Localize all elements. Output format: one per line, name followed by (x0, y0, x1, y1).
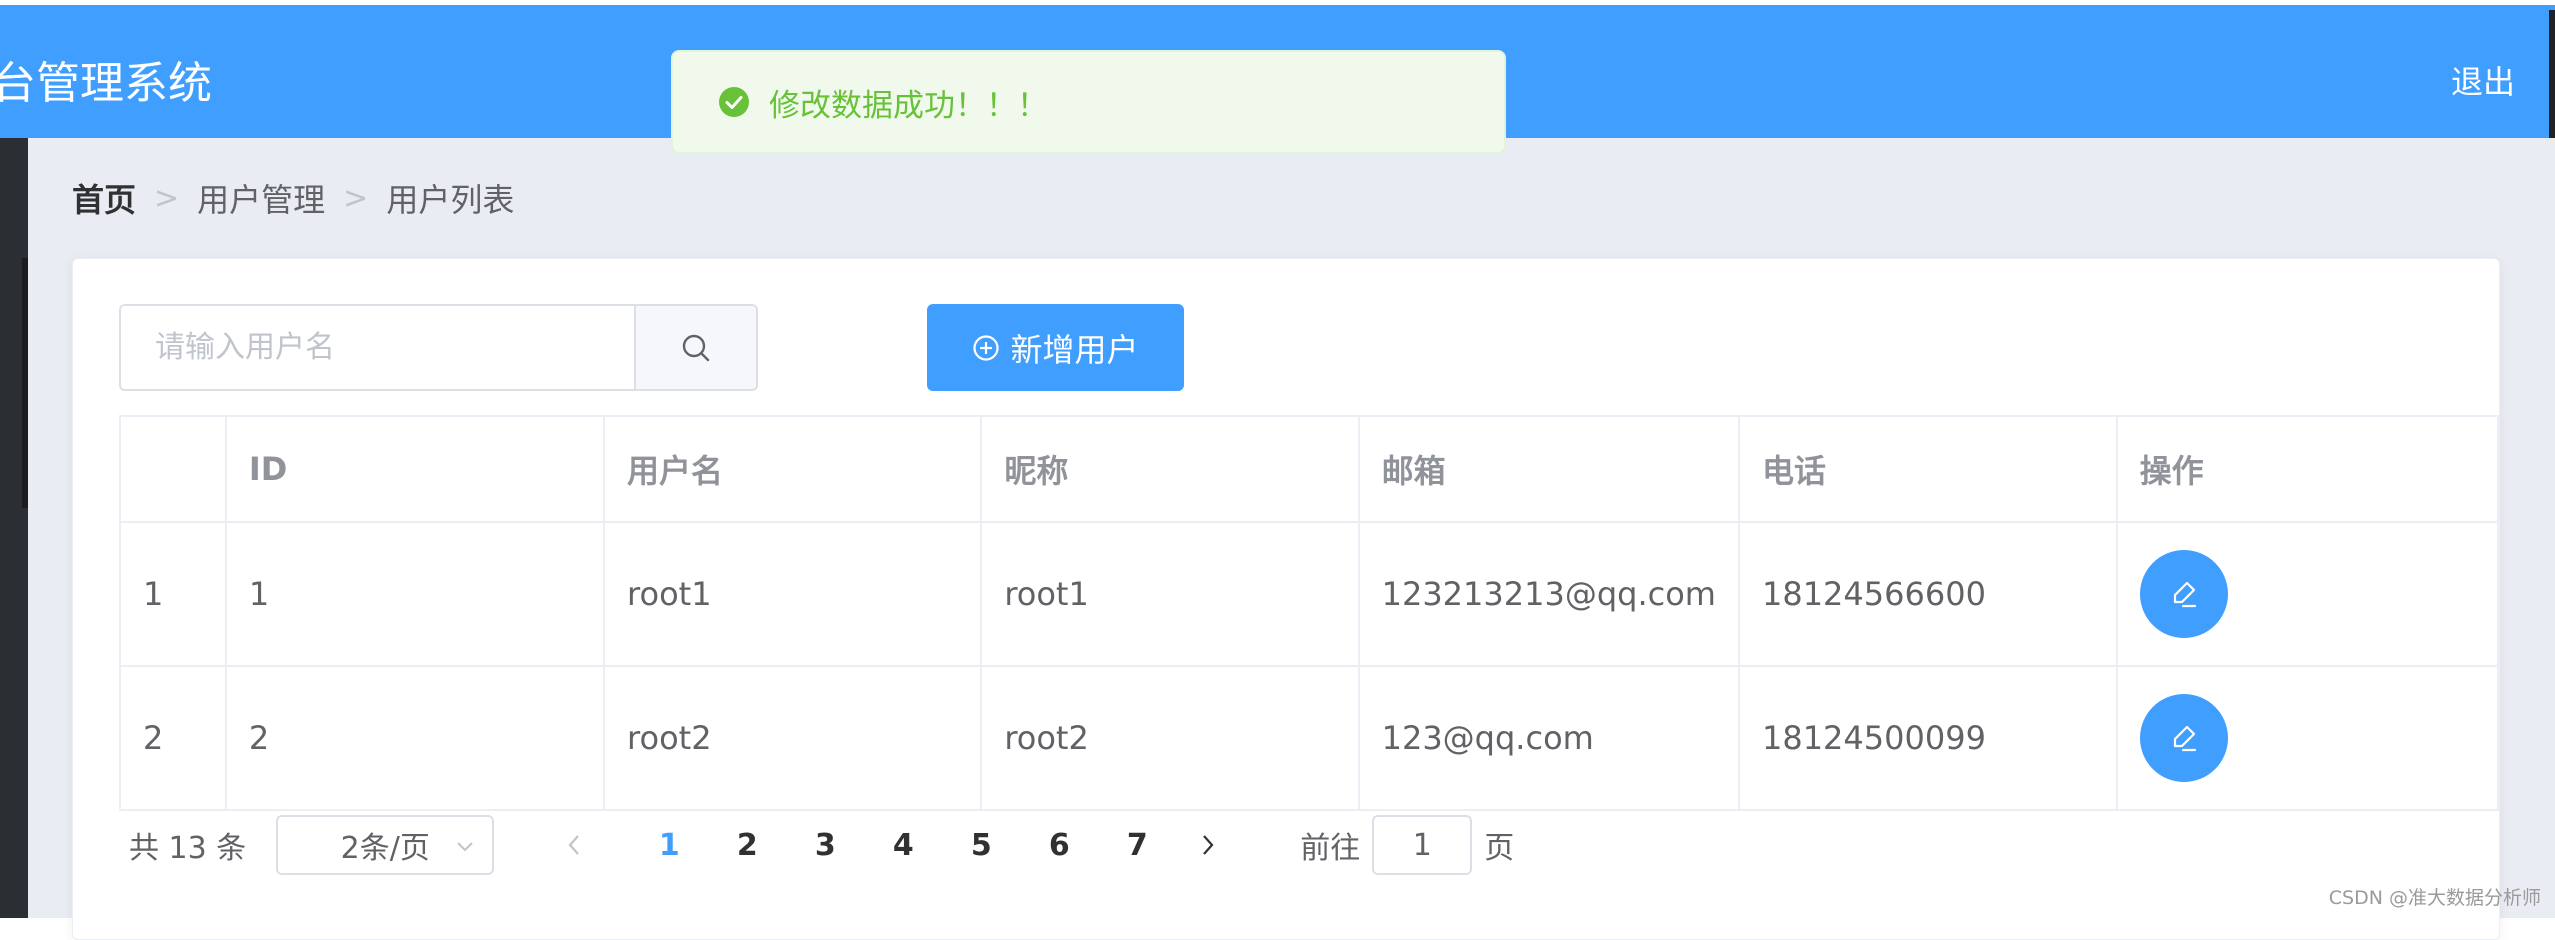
chevron-left-icon (568, 835, 580, 855)
table-row: 2 2 root2 root2 123@qq.com 18124500099 (119, 665, 2500, 811)
cell-nickname: root1 (980, 521, 1360, 667)
add-user-button[interactable]: 新增用户 (927, 304, 1184, 391)
column-header-id: ID (224, 415, 606, 523)
page-7[interactable]: 7 (1098, 828, 1176, 863)
page-2[interactable]: 2 (708, 828, 786, 863)
success-check-icon (719, 87, 749, 117)
cell-nickname: root2 (980, 665, 1360, 811)
edit-button[interactable] (2139, 550, 2228, 638)
chevron-right-icon: > (154, 180, 180, 216)
page-size-value: 2条/页 (340, 831, 430, 866)
cell-index: 1 (119, 521, 227, 667)
pagination-total: 共 13 条 (129, 831, 247, 866)
sidebar (0, 138, 28, 918)
column-header-email: 邮箱 (1357, 415, 1740, 523)
cell-actions (2115, 665, 2500, 811)
page-4[interactable]: 4 (864, 828, 942, 863)
search-button[interactable] (634, 306, 756, 389)
column-header-username: 用户名 (603, 415, 983, 523)
prev-page-button[interactable] (552, 832, 596, 858)
window-edge (2549, 10, 2555, 143)
cell-username: root1 (603, 521, 983, 667)
toast-message: 修改数据成功！！！ (769, 87, 1048, 124)
goto-page-input[interactable] (1372, 815, 1473, 875)
goto-prefix: 前往 (1300, 831, 1361, 866)
cell-id: 1 (224, 521, 606, 667)
column-header-index (119, 415, 227, 523)
goto-suffix: 页 (1484, 831, 1515, 866)
add-user-label: 新增用户 (1010, 330, 1139, 369)
breadcrumb: 首页 > 用户管理 > 用户列表 (72, 175, 514, 221)
chevron-right-icon: > (343, 180, 369, 216)
app-title: 台管理系统 (0, 58, 212, 109)
cell-username: root2 (603, 665, 983, 811)
page-5[interactable]: 5 (942, 828, 1020, 863)
column-header-nickname: 昵称 (980, 415, 1360, 523)
page-size-select[interactable]: 2条/页 (276, 815, 495, 875)
watermark: CSDN @准大数据分析师 (2328, 887, 2541, 909)
goto-page: 前往 页 (1300, 815, 1514, 875)
success-toast: 修改数据成功！！！ (671, 50, 1506, 154)
chevron-right-icon (1203, 835, 1214, 855)
pagination: 共 13 条 2条/页 1 2 3 4 5 6 7 前往 1 页 (129, 815, 1514, 875)
page-list: 1 2 3 4 5 6 7 (630, 828, 1176, 863)
cell-actions (2115, 521, 2500, 667)
cell-id: 2 (224, 665, 606, 811)
next-page-button[interactable] (1186, 832, 1230, 858)
users-table: ID 用户名 昵称 邮箱 电话 操作 1 1 root1 root1 12321… (119, 415, 2500, 811)
cell-index: 2 (119, 665, 227, 811)
table-row: 1 1 root1 root1 123213213@qq.com 1812456… (119, 521, 2500, 667)
search-icon (682, 334, 710, 361)
cell-phone: 18124500099 (1737, 665, 2118, 811)
cell-phone: 18124566600 (1737, 521, 2118, 667)
cell-email: 123213213@qq.com (1357, 521, 1740, 667)
table-header-row: ID 用户名 昵称 邮箱 电话 操作 (119, 415, 2500, 523)
column-header-actions: 操作 (2115, 415, 2500, 523)
breadcrumb-item-user-list: 用户列表 (386, 181, 515, 219)
page-6[interactable]: 6 (1020, 828, 1098, 863)
edit-icon (2173, 581, 2196, 608)
page-3[interactable]: 3 (786, 828, 864, 863)
content-card: 新增用户 ID 用户名 昵称 邮箱 电话 操作 1 1 root1 root1 … (72, 258, 2500, 940)
edit-icon (2173, 725, 2196, 752)
cell-email: 123@qq.com (1357, 665, 1740, 811)
search-group (119, 304, 758, 391)
breadcrumb-item-user-management: 用户管理 (197, 181, 326, 219)
edit-button[interactable] (2139, 694, 2228, 782)
plus-circle-icon (973, 334, 1000, 361)
page-1[interactable]: 1 (630, 828, 708, 863)
logout-button[interactable]: 退出 (2451, 57, 2515, 103)
search-input[interactable] (121, 306, 634, 389)
chevron-down-icon (457, 842, 473, 852)
column-header-phone: 电话 (1737, 415, 2118, 523)
breadcrumb-item-home[interactable]: 首页 (72, 175, 136, 221)
